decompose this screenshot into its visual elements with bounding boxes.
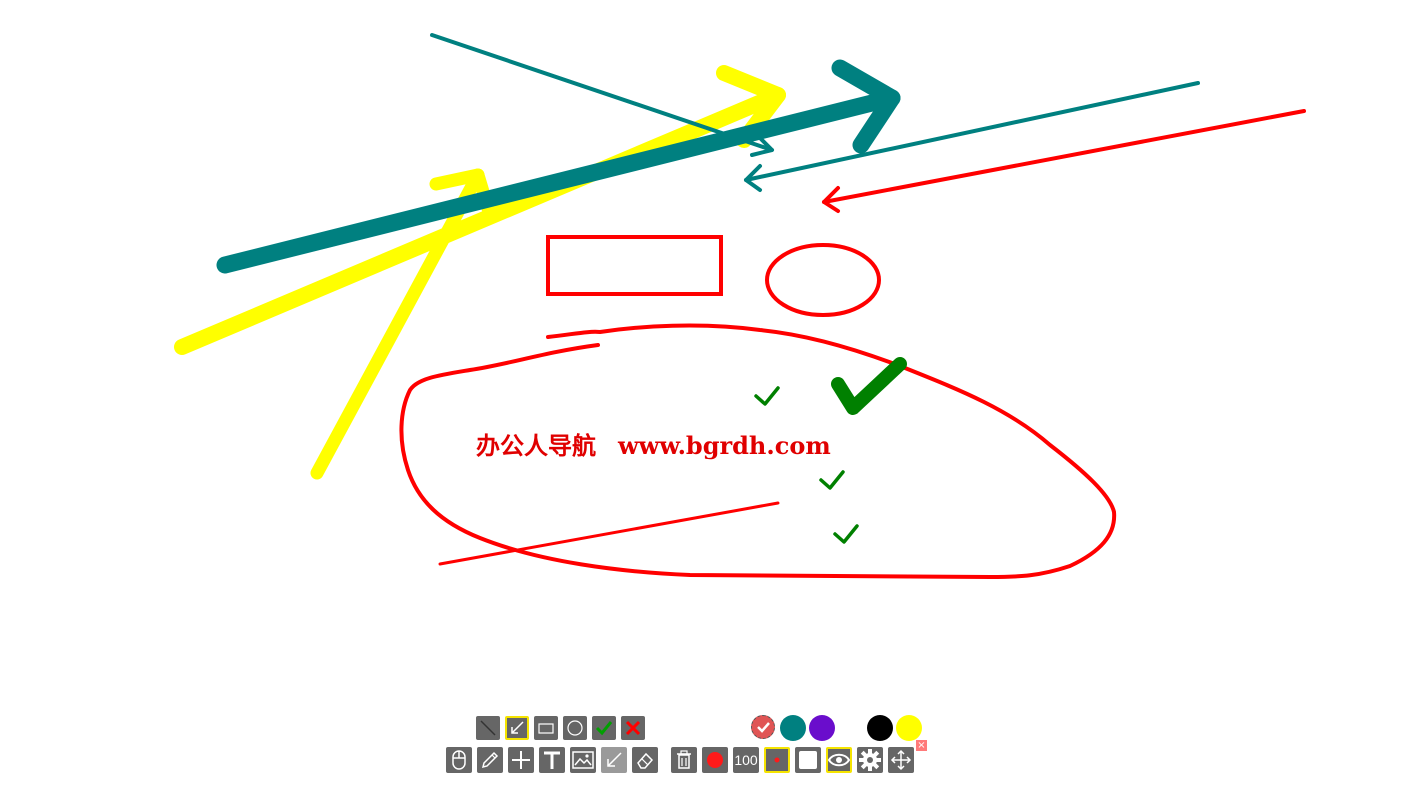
cross-tool-button[interactable]	[621, 716, 645, 740]
close-palette-button[interactable]: ×	[916, 740, 927, 751]
green-checkmark-small-2	[819, 470, 845, 490]
rectangle-icon	[538, 723, 554, 734]
opacity-button[interactable]: 100	[733, 747, 759, 773]
check-icon	[757, 722, 770, 733]
palette-purple-swatch[interactable]	[809, 715, 835, 741]
arrow-tool-icon	[607, 752, 622, 767]
red-ellipse	[765, 243, 881, 317]
red-dot-icon	[707, 752, 723, 768]
pencil-tool-button[interactable]	[477, 747, 503, 773]
cross-icon	[625, 720, 641, 736]
red-line	[438, 501, 780, 566]
settings-button[interactable]	[857, 747, 883, 773]
pencil-icon	[481, 751, 499, 769]
palette-yellow-swatch[interactable]	[896, 715, 922, 741]
arrow-draw-tool-button[interactable]	[601, 747, 627, 773]
clear-button[interactable]	[671, 747, 697, 773]
eye-icon	[828, 753, 850, 767]
circle-icon	[567, 720, 583, 736]
text-tool-button[interactable]	[539, 747, 565, 773]
fill-toggle-button[interactable]	[795, 747, 821, 773]
image-tool-button[interactable]	[570, 747, 596, 773]
arrow-icon	[511, 721, 524, 734]
eraser-icon	[637, 752, 654, 769]
image-icon	[572, 751, 594, 769]
arrow-tool-button[interactable]	[505, 716, 529, 740]
checkmark-tool-button[interactable]	[592, 716, 616, 740]
watermark-name: 办公人导航	[476, 431, 596, 460]
rectangle-tool-button[interactable]	[534, 716, 558, 740]
eraser-tool-button[interactable]	[632, 747, 658, 773]
visibility-toggle-button[interactable]	[826, 747, 852, 773]
move-icon	[890, 749, 912, 771]
red-arrow	[822, 109, 1306, 213]
opacity-value: 100	[734, 752, 758, 768]
yellow-arrow-1	[174, 65, 786, 355]
line-tool-button[interactable]	[476, 716, 500, 740]
plus-icon	[512, 751, 530, 769]
green-checkmark-large	[831, 357, 907, 415]
palette-teal-swatch[interactable]	[780, 715, 806, 741]
mouse-icon	[452, 750, 466, 770]
record-color-button[interactable]	[702, 747, 728, 773]
drawing-canvas[interactable]	[0, 0, 1421, 792]
fill-square-icon	[799, 751, 817, 769]
circle-tool-button[interactable]	[563, 716, 587, 740]
gear-icon	[859, 749, 881, 771]
trash-icon	[677, 750, 691, 769]
green-checkmark-small-3	[833, 524, 859, 544]
watermark-url: www.bgrdh.com	[618, 431, 831, 460]
red-rectangle	[546, 235, 723, 296]
brush-size-icon	[774, 757, 780, 763]
checkmark-icon	[595, 721, 613, 736]
green-checkmark-small-1	[754, 386, 780, 406]
watermark-text: 办公人导航 www.bgrdh.com	[468, 427, 839, 465]
palette-red-swatch-selected[interactable]	[751, 715, 775, 739]
crosshair-tool-button[interactable]	[508, 747, 534, 773]
text-icon	[544, 751, 560, 769]
mouse-tool-button[interactable]	[446, 747, 472, 773]
brush-size-button[interactable]	[764, 747, 790, 773]
move-toolbar-button[interactable]	[888, 747, 914, 773]
line-icon	[480, 720, 496, 736]
palette-black-swatch[interactable]	[867, 715, 893, 741]
